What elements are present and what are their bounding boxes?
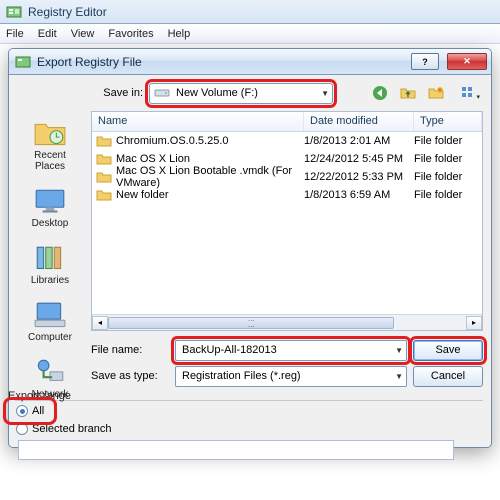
list-item[interactable]: Mac OS X Lion Bootable .vmdk (For VMware… [92, 168, 482, 186]
scroll-track[interactable] [108, 316, 466, 330]
main-title: Registry Editor [28, 5, 107, 19]
regedit-icon [6, 4, 22, 20]
branch-input[interactable] [18, 440, 454, 460]
folder-icon [96, 152, 112, 166]
savein-combo[interactable]: New Volume (F:) ▼ [149, 83, 333, 104]
up-button[interactable] [397, 82, 419, 104]
recent-icon [33, 118, 67, 148]
export-range-label: Export range [8, 390, 71, 402]
chevron-down-icon: ▼ [395, 372, 403, 381]
place-computer[interactable]: Computer [19, 297, 81, 346]
radio-selected-label: Selected branch [32, 423, 112, 435]
computer-icon [33, 300, 67, 330]
savein-row: Save in: New Volume (F:) ▼ [91, 81, 483, 105]
menu-help[interactable]: Help [168, 28, 191, 40]
place-libraries[interactable]: Libraries [19, 240, 81, 289]
filename-input[interactable]: BackUp-All-182013 ▼ [175, 340, 407, 361]
filename-value: BackUp-All-182013 [182, 344, 277, 356]
libraries-icon [33, 243, 67, 273]
list-item[interactable]: New folder 1/8/2013 6:59 AM File folder [92, 186, 482, 204]
dialog-title: Export Registry File [37, 55, 403, 69]
export-range-group: Export range All Selected branch [8, 390, 492, 460]
place-label: Desktop [32, 218, 69, 229]
export-dialog: Export Registry File ? ✕ Save in: New Vo… [8, 48, 492, 448]
saveastype-value: Registration Files (*.reg) [182, 370, 301, 382]
cancel-button[interactable]: Cancel [413, 366, 483, 387]
back-button[interactable] [369, 82, 391, 104]
menu-view[interactable]: View [71, 28, 95, 40]
savein-value: New Volume (F:) [176, 87, 258, 99]
save-button[interactable]: Save [413, 340, 483, 361]
radio-all[interactable] [16, 405, 28, 417]
place-recent[interactable]: Recent Places [19, 115, 81, 175]
menu-favorites[interactable]: Favorites [108, 28, 153, 40]
saveastype-label: Save as type: [91, 370, 169, 382]
radio-all-row[interactable]: All [8, 402, 52, 420]
network-icon [33, 357, 67, 387]
scroll-right[interactable]: ▸ [466, 316, 482, 330]
list-header: Name Date modified Type [92, 112, 482, 132]
help-button[interactable]: ? [411, 53, 439, 70]
chevron-down-icon: ▼ [321, 89, 329, 98]
radio-all-label: All [32, 405, 44, 417]
dialog-titlebar: Export Registry File ? ✕ [9, 49, 491, 75]
views-button[interactable] [453, 82, 483, 104]
scroll-thumb[interactable] [108, 317, 394, 329]
scroll-left[interactable]: ◂ [92, 316, 108, 330]
filename-label: File name: [91, 344, 169, 356]
saveastype-combo[interactable]: Registration Files (*.reg) ▼ [175, 366, 407, 387]
regedit-icon [15, 54, 31, 70]
close-button[interactable]: ✕ [447, 53, 487, 70]
desktop-icon [33, 186, 67, 216]
col-name[interactable]: Name [92, 112, 304, 131]
col-type[interactable]: Type [414, 112, 482, 131]
col-date[interactable]: Date modified [304, 112, 414, 131]
folder-icon [96, 170, 112, 184]
place-label: Computer [28, 332, 72, 343]
drive-icon [154, 86, 170, 101]
place-label: Recent Places [19, 150, 81, 172]
folder-icon [96, 188, 112, 202]
list-rows: Chromium.OS.0.5.25.0 1/8/2013 2:01 AM Fi… [92, 132, 482, 314]
registry-editor-window: Registry Editor File Edit View Favorites… [0, 0, 500, 500]
place-desktop[interactable]: Desktop [19, 183, 81, 232]
form-rows: File name: BackUp-All-182013 ▼ Save Save… [91, 337, 483, 389]
main-titlebar: Registry Editor [0, 0, 500, 24]
menu-edit[interactable]: Edit [38, 28, 57, 40]
newfolder-button[interactable] [425, 82, 447, 104]
chevron-down-icon: ▼ [395, 346, 403, 355]
file-list: Name Date modified Type Chromium.OS.0.5.… [91, 111, 483, 331]
radio-selected[interactable] [16, 423, 28, 435]
list-item[interactable]: Chromium.OS.0.5.25.0 1/8/2013 2:01 AM Fi… [92, 132, 482, 150]
place-label: Libraries [31, 275, 69, 286]
folder-icon [96, 134, 112, 148]
savein-label: Save in: [91, 87, 143, 99]
menubar: File Edit View Favorites Help [0, 24, 500, 44]
menu-file[interactable]: File [6, 28, 24, 40]
horizontal-scrollbar[interactable]: ◂ ▸ [92, 314, 482, 330]
radio-selected-row[interactable]: Selected branch [8, 420, 492, 438]
places-bar: Recent Places Desktop Libraries Computer… [15, 111, 85, 401]
